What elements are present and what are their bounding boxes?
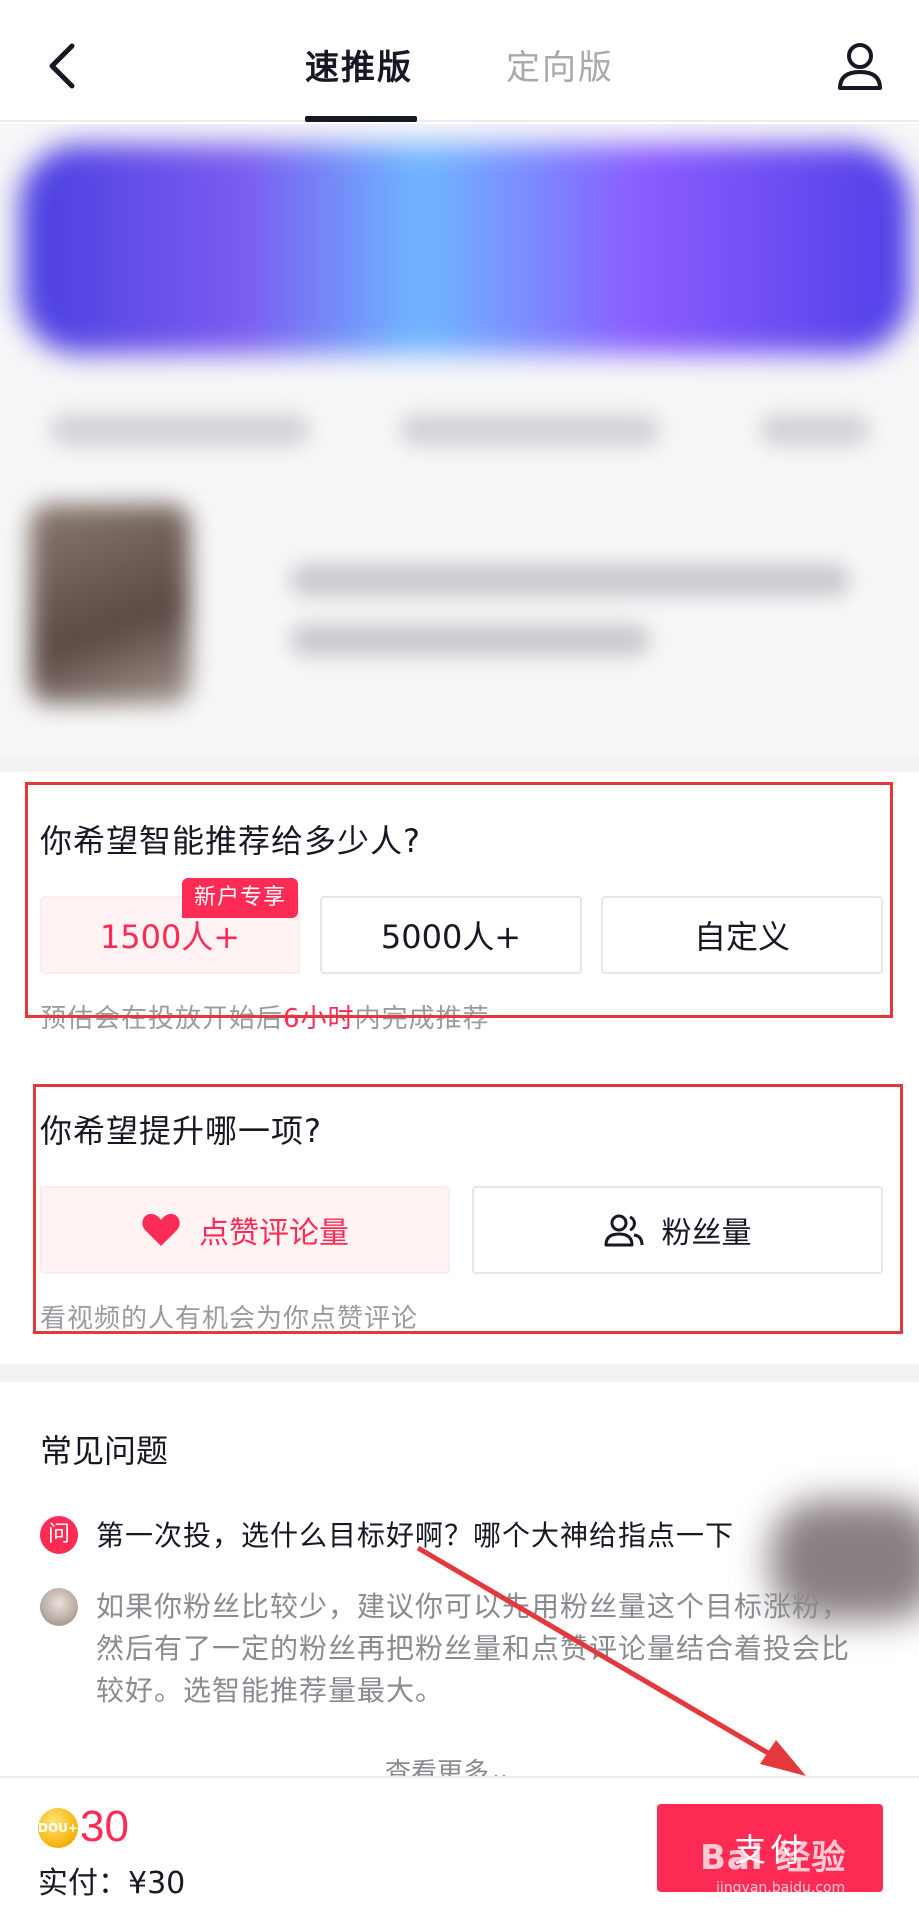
blurred-video-preview	[0, 124, 919, 754]
faq-question[interactable]: 第一次投，选什么目标好啊？哪个大神给指点一下	[96, 1514, 734, 1554]
faq-title: 常见问题	[40, 1432, 169, 1470]
faq-answer: 如果你粉丝比较少，建议你可以先用粉丝量这个目标涨粉，然后有了一定的粉丝再把粉丝量…	[96, 1590, 851, 1707]
back-arrow-icon[interactable]	[36, 36, 96, 96]
coin-icon: DOU+	[38, 1808, 78, 1848]
blurred-text	[760, 414, 870, 446]
top-nav-bar: 速推版 定向版	[0, 0, 919, 122]
goal-question: 你希望提升哪一项?	[40, 1112, 322, 1150]
profile-icon[interactable]	[830, 36, 890, 96]
goal-option-label: 粉丝量	[661, 1216, 752, 1251]
blurred-video-thumbnail	[30, 504, 190, 704]
question-icon: 问	[40, 1516, 78, 1554]
tab-targeted-promote[interactable]: 定向版	[506, 40, 614, 89]
goal-option-likes-comments[interactable]: 点赞评论量	[40, 1186, 450, 1274]
paid-amount: 实付：¥30	[38, 1866, 186, 1901]
hint-time-highlight: 6小时	[283, 1004, 355, 1034]
answer-avatar	[40, 1588, 78, 1626]
audience-hint: 预估会在投放开始后6小时内完成推荐	[40, 1004, 490, 1034]
users-icon	[604, 1214, 643, 1247]
new-user-badge: 新户专享	[182, 878, 299, 918]
audience-option-5000[interactable]: 5000人+	[320, 896, 582, 974]
section-divider	[0, 1364, 919, 1382]
heart-icon	[142, 1213, 180, 1246]
blurred-banner	[20, 144, 910, 354]
tab-quick-promote[interactable]: 速推版	[305, 40, 413, 89]
goal-option-followers[interactable]: 粉丝量	[472, 1186, 883, 1274]
goal-option-label: 点赞评论量	[199, 1216, 349, 1251]
blurred-text	[50, 414, 310, 446]
blurred-text	[290, 564, 850, 596]
baidu-watermark: Bai 经验	[700, 1838, 847, 1878]
blurred-text	[400, 414, 660, 446]
active-tab-indicator	[305, 116, 417, 122]
audience-question: 你希望智能推荐给多少人?	[40, 822, 421, 860]
audience-option-custom[interactable]: 自定义	[601, 896, 883, 974]
coin-amount: 30	[80, 1802, 129, 1851]
goal-hint: 看视频的人有机会为你点赞评论	[40, 1304, 419, 1334]
section-divider	[0, 754, 919, 772]
baidu-watermark-url: jingyan.baidu.com	[716, 1880, 846, 1896]
blurred-text	[290, 624, 650, 656]
